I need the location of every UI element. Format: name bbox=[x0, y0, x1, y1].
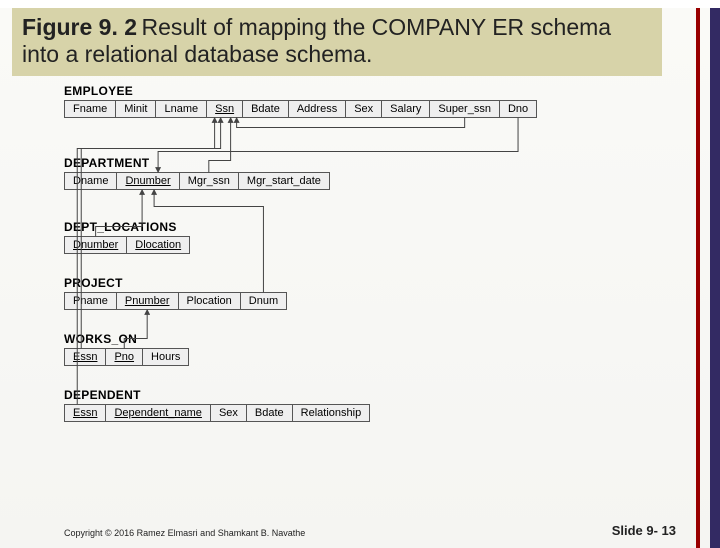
col: Dname bbox=[65, 173, 117, 190]
col: Salary bbox=[382, 101, 430, 118]
col-pk: Ssn bbox=[207, 101, 243, 118]
col: Relationship bbox=[292, 405, 370, 422]
relation-workson: Essn Pno Hours bbox=[64, 348, 189, 366]
relation-employee: Fname Minit Lname Ssn Bdate Address Sex … bbox=[64, 100, 537, 118]
col-pk: Dnumber bbox=[65, 237, 127, 254]
relation-project: Pname Pnumber Plocation Dnum bbox=[64, 292, 287, 310]
col: Sex bbox=[346, 101, 382, 118]
relation-department: Dname Dnumber Mgr_ssn Mgr_start_date bbox=[64, 172, 330, 190]
col: Hours bbox=[143, 349, 189, 366]
col-pk: Pno bbox=[106, 349, 143, 366]
col: Minit bbox=[116, 101, 156, 118]
relation-name-dependent: DEPENDENT bbox=[64, 388, 670, 402]
relation-name-workson: WORKS_ON bbox=[64, 332, 670, 346]
col-pk: Dnumber bbox=[117, 173, 179, 190]
relation-name-deptloc: DEPT_LOCATIONS bbox=[64, 220, 670, 234]
col: Lname bbox=[156, 101, 207, 118]
col: Plocation bbox=[178, 293, 240, 310]
col: Sex bbox=[210, 405, 246, 422]
col: Pname bbox=[65, 293, 117, 310]
col-pk: Pnumber bbox=[116, 293, 178, 310]
col: Address bbox=[288, 101, 345, 118]
copyright-text: Copyright © 2016 Ramez Elmasri and Shamk… bbox=[64, 528, 305, 538]
col: Mgr_start_date bbox=[238, 173, 329, 190]
col: Dnum bbox=[240, 293, 286, 310]
col: Dno bbox=[499, 101, 536, 118]
col-pk: Essn bbox=[65, 349, 106, 366]
relation-deptloc: Dnumber Dlocation bbox=[64, 236, 190, 254]
slide-number: Slide 9- 13 bbox=[612, 523, 676, 538]
col-pk: Dlocation bbox=[127, 237, 190, 254]
col: Fname bbox=[65, 101, 116, 118]
col: Super_ssn bbox=[430, 101, 500, 118]
col-pk: Essn bbox=[65, 405, 106, 422]
schema-diagram: EMPLOYEE Fname Minit Lname Ssn Bdate Add… bbox=[64, 84, 670, 422]
figure-title: Figure 9. 2 Result of mapping the COMPAN… bbox=[12, 8, 662, 76]
relation-name-project: PROJECT bbox=[64, 276, 670, 290]
relation-name-employee: EMPLOYEE bbox=[64, 84, 670, 98]
figure-label: Figure 9. 2 bbox=[22, 14, 137, 40]
col: Bdate bbox=[243, 101, 289, 118]
col: Mgr_ssn bbox=[179, 173, 238, 190]
relation-dependent: Essn Dependent_name Sex Bdate Relationsh… bbox=[64, 404, 370, 422]
relation-name-department: DEPARTMENT bbox=[64, 156, 670, 170]
slide-footer: Copyright © 2016 Ramez Elmasri and Shamk… bbox=[0, 523, 696, 538]
slide: Figure 9. 2 Result of mapping the COMPAN… bbox=[0, 8, 720, 548]
col-pk: Dependent_name bbox=[106, 405, 210, 422]
col: Bdate bbox=[246, 405, 292, 422]
accent-bar bbox=[696, 8, 700, 548]
